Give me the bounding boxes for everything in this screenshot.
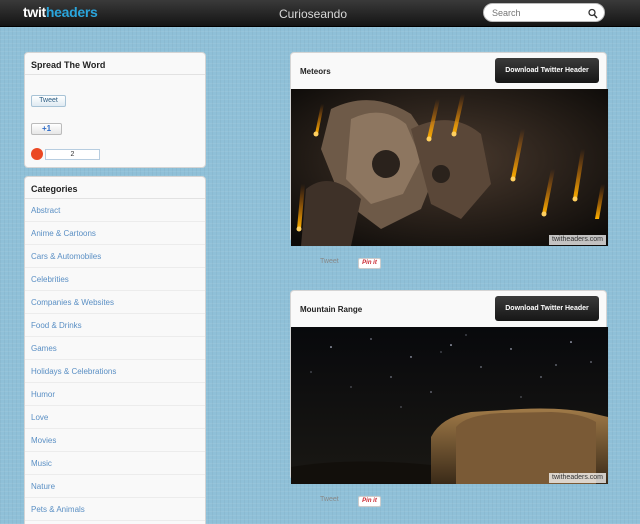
category-link[interactable]: Nature <box>25 475 205 498</box>
category-link[interactable]: Pets & Animals <box>25 498 205 521</box>
search-box <box>483 3 605 22</box>
category-link[interactable]: Anime & Cartoons <box>25 222 205 245</box>
categories-panel: Categories Abstract Anime & Cartoons Car… <box>24 176 206 524</box>
spread-the-word-panel: Spread The Word Tweet +1 2 <box>24 52 206 168</box>
category-link[interactable]: Celebrities <box>25 268 205 291</box>
download-header-button[interactable]: Download Twitter Header <box>495 296 599 321</box>
card-title: Meteors <box>300 67 331 76</box>
download-header-button[interactable]: Download Twitter Header <box>495 58 599 83</box>
category-list: Abstract Anime & Cartoons Cars & Automob… <box>25 199 205 521</box>
category-link[interactable]: Music <box>25 452 205 475</box>
category-link[interactable]: Movies <box>25 429 205 452</box>
tweet-link[interactable]: Tweet <box>320 496 339 503</box>
header-card: Meteors Download Twitter Header twithead… <box>290 52 608 269</box>
categories-title: Categories <box>31 184 78 194</box>
spread-panel-title: Spread The Word <box>31 60 106 70</box>
watermark: twitheaders.com <box>549 235 606 245</box>
pin-it-button[interactable]: Pin it <box>358 496 381 507</box>
watermark: twitheaders.com <box>549 473 606 483</box>
category-link[interactable]: Games <box>25 337 205 360</box>
category-link[interactable]: Love <box>25 406 205 429</box>
google-plus-one-button[interactable]: +1 <box>31 123 62 135</box>
stumbleupon-icon[interactable] <box>31 148 43 160</box>
tweet-link[interactable]: Tweet <box>320 258 339 265</box>
stumbleupon-count: 2 <box>45 149 100 160</box>
header-preview-image[interactable]: twitheaders.com <box>291 327 608 484</box>
header-card: Mountain Range Download Twitter Header t… <box>290 290 608 507</box>
category-link[interactable]: Holidays & Celebrations <box>25 360 205 383</box>
category-link[interactable]: Abstract <box>25 199 205 222</box>
category-link[interactable]: Cars & Automobiles <box>25 245 205 268</box>
top-bar: twitheaders Curioseando <box>0 0 640 27</box>
card-title: Mountain Range <box>300 305 363 314</box>
plus-one-label: +1 <box>41 124 52 133</box>
search-input[interactable] <box>492 6 588 20</box>
pin-it-button[interactable]: Pin it <box>358 258 381 269</box>
tweet-button[interactable]: Tweet <box>31 95 66 107</box>
category-link[interactable]: Food & Drinks <box>25 314 205 337</box>
search-icon[interactable] <box>588 7 598 19</box>
header-preview-image[interactable]: twitheaders.com <box>291 89 608 246</box>
category-link[interactable]: Humor <box>25 383 205 406</box>
category-link[interactable]: Companies & Websites <box>25 291 205 314</box>
divider <box>25 74 205 75</box>
tweet-button-label: Tweet <box>39 97 58 104</box>
